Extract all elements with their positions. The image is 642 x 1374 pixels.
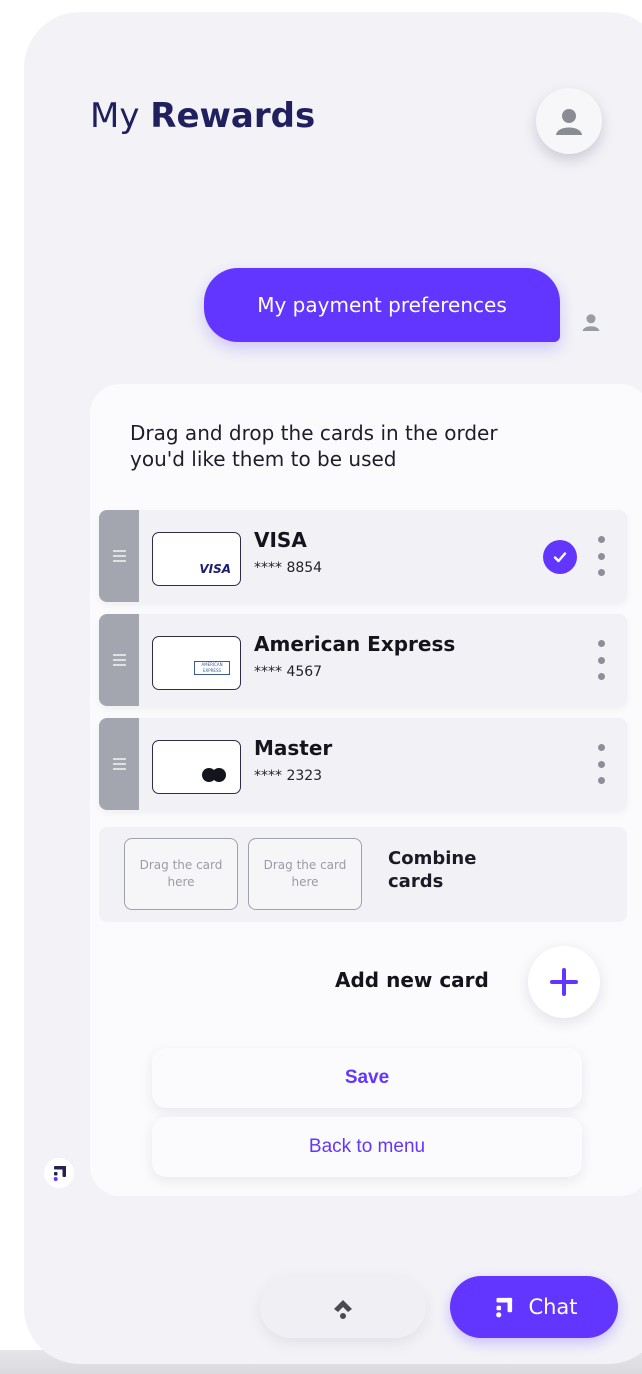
drag-handle-icon[interactable] xyxy=(99,510,139,602)
mastercard-logo-icon xyxy=(202,768,228,782)
card-number: **** 4567 xyxy=(254,664,323,680)
rewards-app: My Rewards My payment preferences Drag a… xyxy=(24,12,642,1364)
user-avatar-icon xyxy=(556,109,582,135)
card-drop-slot-2[interactable]: Drag the card here xyxy=(248,838,362,910)
message-user-avatar xyxy=(573,304,609,340)
user-message-text: My payment preferences xyxy=(257,293,507,317)
save-button[interactable]: Save xyxy=(152,1048,582,1108)
page-title: My Rewards xyxy=(90,96,315,136)
scroll-up-button[interactable] xyxy=(260,1276,426,1338)
page-title-bold: Rewards xyxy=(150,96,316,136)
page-title-prefix: My xyxy=(90,96,140,136)
card-number: **** 8854 xyxy=(254,560,323,576)
bot-icon xyxy=(44,1158,74,1188)
more-options-icon[interactable] xyxy=(595,640,607,680)
add-card-button[interactable] xyxy=(528,946,600,1018)
card-thumbnail xyxy=(152,740,241,794)
card-thumbnail: VISA xyxy=(152,532,241,586)
card-name: American Express xyxy=(254,632,456,656)
chat-button[interactable]: Chat xyxy=(450,1276,618,1338)
card-thumbnail: AMERICAN EXPRESS xyxy=(152,636,241,690)
card-row-visa[interactable]: VISA VISA **** 8854 xyxy=(99,510,627,602)
user-message-bubble: My payment preferences xyxy=(204,268,560,342)
card-row-master[interactable]: Master **** 2323 xyxy=(99,718,627,810)
payment-preferences-panel: Drag and drop the cards in the order you… xyxy=(90,384,642,1196)
selected-check-icon[interactable] xyxy=(543,540,577,574)
bot-icon xyxy=(496,1297,513,1318)
card-name: Master xyxy=(254,736,333,760)
user-avatar-button[interactable] xyxy=(536,88,602,154)
combine-cards-label: Combine cards xyxy=(388,848,477,892)
drag-handle-icon[interactable] xyxy=(99,614,139,706)
back-to-menu-button[interactable]: Back to menu xyxy=(152,1117,582,1177)
chat-button-label: Chat xyxy=(528,1295,578,1319)
combine-cards-area: Drag the card here Drag the card here Co… xyxy=(99,827,627,922)
amex-logo: AMERICAN EXPRESS xyxy=(194,661,230,675)
card-number: **** 2323 xyxy=(254,768,323,784)
add-new-card-label[interactable]: Add new card xyxy=(335,968,489,992)
more-options-icon[interactable] xyxy=(595,536,607,576)
drag-handle-icon[interactable] xyxy=(99,718,139,810)
user-avatar-icon xyxy=(582,314,600,332)
plus-icon xyxy=(550,968,578,996)
card-row-amex[interactable]: AMERICAN EXPRESS American Express **** 4… xyxy=(99,614,627,706)
more-options-icon[interactable] xyxy=(595,744,607,784)
card-drop-slot-1[interactable]: Drag the card here xyxy=(124,838,238,910)
card-name: VISA xyxy=(254,528,307,552)
chevron-up-icon xyxy=(334,1300,352,1319)
visa-logo: VISA xyxy=(199,562,231,576)
instruction-text: Drag and drop the cards in the order you… xyxy=(130,421,498,471)
